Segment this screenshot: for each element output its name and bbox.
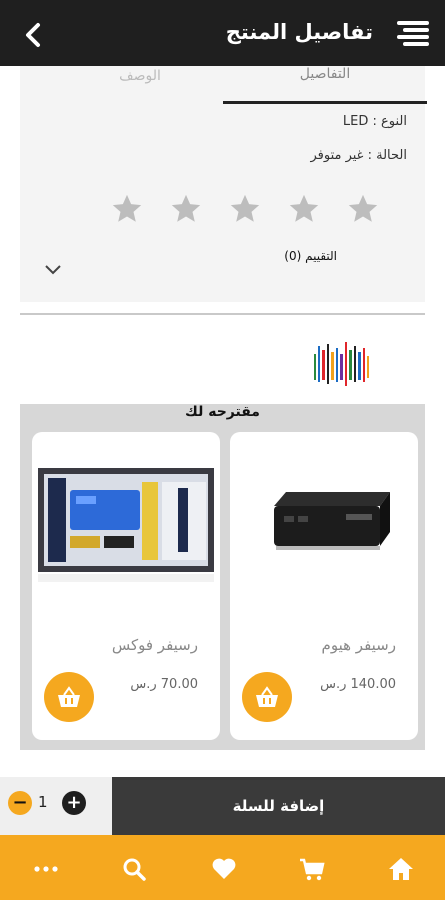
- tab-description[interactable]: الوصف: [40, 68, 240, 104]
- star-icon[interactable]: [169, 192, 203, 226]
- page-title: تفاصيل المنتج: [225, 20, 373, 44]
- section-divider: [20, 313, 425, 315]
- product-price: 140.00 ر.س: [320, 677, 396, 692]
- quantity-decrease-button[interactable]: −: [8, 791, 32, 815]
- product-card[interactable]: رسيفر هيوم 140.00 ر.س: [230, 432, 418, 740]
- heart-icon[interactable]: [211, 857, 237, 881]
- brand-logo: [314, 342, 369, 386]
- star-icon[interactable]: [346, 192, 380, 226]
- product-status: الحالة : غير متوفر: [310, 148, 407, 163]
- app-header: تفاصيل المنتج: [0, 0, 445, 66]
- quantity-value: 1: [38, 793, 48, 811]
- basket-icon: [58, 686, 80, 707]
- back-chevron-icon[interactable]: [18, 20, 48, 50]
- add-to-cart-button[interactable]: [44, 672, 94, 722]
- add-to-cart-bar: − 1 + إضافة للسلة: [0, 777, 445, 835]
- active-tab-indicator: [223, 101, 427, 104]
- menu-icon[interactable]: [397, 20, 429, 46]
- product-type: النوع : LED: [342, 114, 407, 129]
- rating-stars[interactable]: [110, 192, 380, 226]
- plus-icon: +: [66, 792, 82, 813]
- bottom-navigation: [0, 835, 445, 900]
- rating-count: التقييم (0): [284, 249, 337, 263]
- star-icon[interactable]: [287, 192, 321, 226]
- search-icon[interactable]: [121, 857, 147, 881]
- add-to-cart-button[interactable]: [242, 672, 292, 722]
- product-name[interactable]: رسيفر فوكس: [112, 636, 198, 654]
- home-icon[interactable]: [388, 857, 414, 881]
- more-icon[interactable]: [33, 857, 59, 881]
- product-image[interactable]: [236, 462, 412, 582]
- star-icon[interactable]: [228, 192, 262, 226]
- product-name[interactable]: رسيفر هيوم: [322, 636, 396, 654]
- product-details-card: التفاصيل الوصف النوع : LED الحالة : غير …: [20, 66, 427, 302]
- minus-icon: −: [12, 792, 28, 813]
- product-price: 70.00 ر.س: [130, 677, 198, 692]
- quantity-stepper: − 1 +: [0, 777, 112, 835]
- add-to-cart-main-button[interactable]: إضافة للسلة: [112, 777, 445, 835]
- suggested-title: مقترحه لك: [185, 404, 260, 420]
- product-card[interactable]: رسيفر فوكس 70.00 ر.س: [32, 432, 220, 740]
- cart-icon[interactable]: [299, 857, 325, 881]
- suggested-section: مقترحه لك رسيفر هيوم 140.00 ر.س رسيفر فو…: [20, 404, 425, 750]
- tab-details[interactable]: التفاصيل: [225, 66, 425, 102]
- star-icon[interactable]: [110, 192, 144, 226]
- quantity-increase-button[interactable]: +: [62, 791, 86, 815]
- product-image[interactable]: [38, 462, 214, 582]
- basket-icon: [256, 686, 278, 707]
- chevron-down-icon[interactable]: [44, 264, 62, 276]
